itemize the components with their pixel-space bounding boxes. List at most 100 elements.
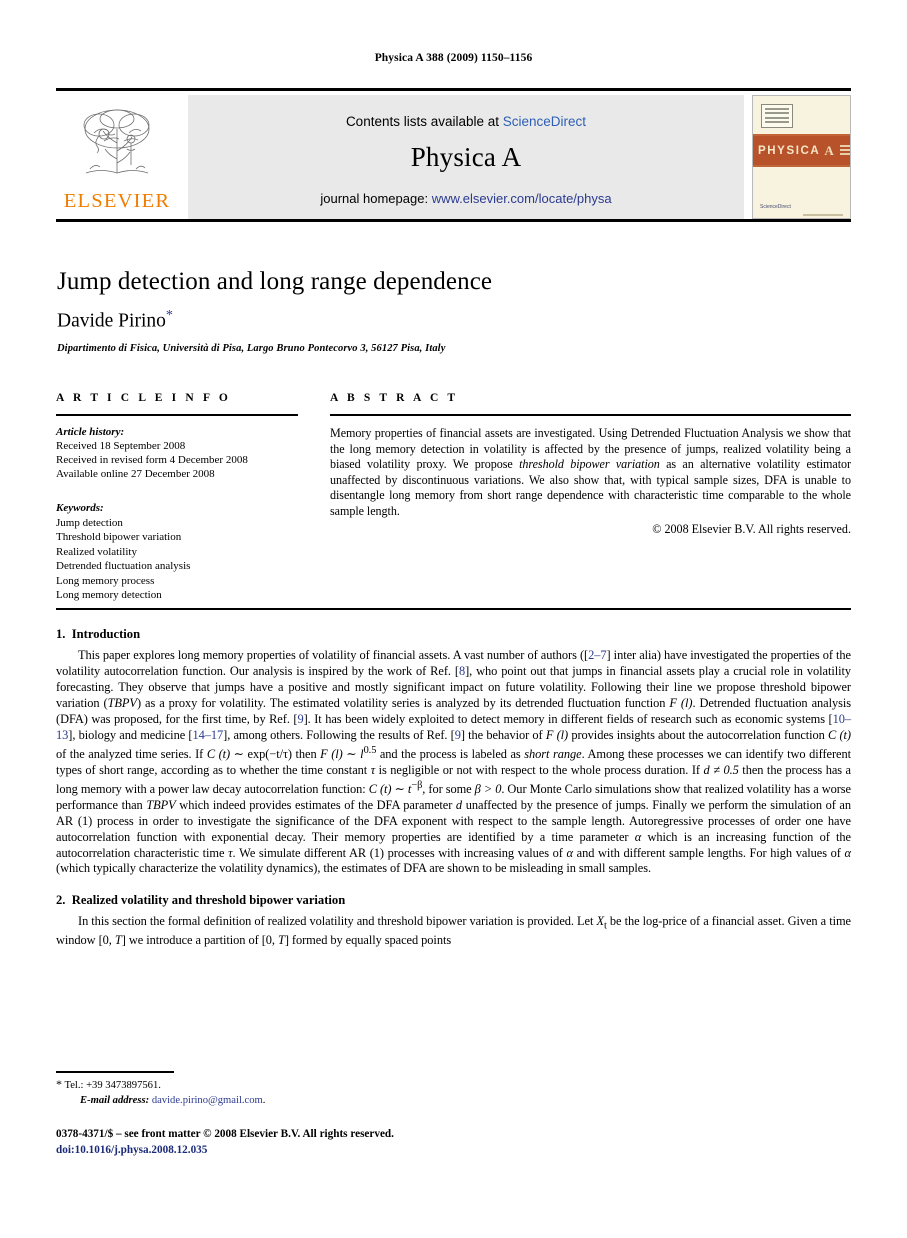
text-run: ] we introduce a partition of [0, <box>121 933 278 948</box>
copyright-line: © 2008 Elsevier B.V. All rights reserved… <box>652 521 851 536</box>
elsevier-logo: ELSEVIER <box>56 95 178 219</box>
section-heading-introduction: 1. Introduction <box>56 627 851 642</box>
author-footnote-marker[interactable]: * <box>166 308 173 323</box>
keyword-item: Threshold bipower variation <box>56 531 182 544</box>
text-run: ) as a proxy for volatility. The estimat… <box>136 695 670 710</box>
keyword-item: Jump detection <box>56 516 123 529</box>
section-number: 1. <box>56 627 66 641</box>
footnote-tel: Tel.: +39 3473897561. <box>64 1080 161 1091</box>
text-run: ∼ exp(−t/τ) then <box>230 746 321 761</box>
history-item: Received 18 September 2008 <box>56 440 186 453</box>
text-run: ]. It has been widely exploited to detec… <box>303 711 833 726</box>
elsevier-tree-icon <box>83 109 150 174</box>
article-history-label: Article history: <box>56 426 125 438</box>
keyword-item: Long memory process <box>56 574 155 587</box>
article-info-column: A R T I C L E I N F O Article history: R… <box>56 392 298 603</box>
keywords-label: Keywords: <box>56 502 104 515</box>
footnote-marker: * <box>56 1077 62 1091</box>
text-run: ] formed by equally spaced points <box>284 933 452 948</box>
keyword-item: Realized volatility <box>56 545 137 558</box>
section-title: Realized volatility and threshold bipowe… <box>71 893 346 908</box>
article-history-block: Article history: Received 18 September 2… <box>56 425 298 481</box>
abstract-heading: A B S T R A C T <box>330 392 459 404</box>
reference-link[interactable]: 14–17 <box>192 728 223 742</box>
journal-homepage-line: journal homepage: www.elsevier.com/locat… <box>320 191 611 206</box>
section-heading-realized-volatility: 2. Realized volatility and threshold bip… <box>56 893 851 908</box>
masthead-bottom-rule <box>56 219 851 222</box>
math-inline: X <box>596 914 604 929</box>
text-run: In this section the formal definition of… <box>78 914 597 929</box>
emphasis-tbpv: TBPV <box>107 695 137 710</box>
article-info-rule <box>56 414 298 416</box>
math-inline: F (l) <box>545 727 569 742</box>
cover-sciencedirect-label: ScienceDirect <box>760 204 791 210</box>
math-inline: β > 0 <box>474 781 502 796</box>
journal-title: Physica A <box>410 142 522 172</box>
footnote-tel-line: * Tel.: +39 3473897561. <box>56 1076 556 1093</box>
email-link[interactable]: davide.pirino@gmail.com <box>152 1095 263 1106</box>
text-run: , for some <box>422 781 475 796</box>
affiliation: Dipartimento di Fisica, Università di Pi… <box>57 343 446 354</box>
contents-available-line: Contents lists available at ScienceDirec… <box>346 114 586 129</box>
column-gutter <box>298 392 330 603</box>
math-inline: α <box>844 845 852 860</box>
text-run: is negligible or not with respect to the… <box>375 762 704 777</box>
text-run: and with different sample lengths. For h… <box>573 845 845 860</box>
math-inline: F (l) <box>669 695 693 710</box>
doi-link[interactable]: doi:10.1016/j.physa.2008.12.035 <box>56 1143 656 1159</box>
text-run: ] the behavior of <box>460 727 546 742</box>
text-run: ∼ <box>342 746 361 761</box>
paragraph-introduction: This paper explores long memory properti… <box>56 648 851 877</box>
math-superscript: 0.5 <box>363 744 377 756</box>
math-inline: C (t) <box>368 781 392 796</box>
keyword-item: Long memory detection <box>56 589 162 602</box>
history-item: Available online 27 December 2008 <box>56 468 215 481</box>
math-inline: C (t) <box>206 746 231 761</box>
info-abstract-columns: A R T I C L E I N F O Article history: R… <box>56 392 851 603</box>
abstract-text: Memory properties of financial assets ar… <box>330 426 851 520</box>
masthead-top-rule <box>56 88 851 91</box>
text-run: which indeed provides estimates of the D… <box>175 797 456 812</box>
keywords-block: Keywords: Jump detection Threshold bipow… <box>56 501 298 603</box>
text-run: ], among others. Following the results o… <box>223 727 455 742</box>
email-label: E-mail address: <box>80 1095 150 1107</box>
abstract-emphasis: threshold bipower variation <box>519 457 660 472</box>
journal-masthead: ELSEVIER Contents lists available at Sci… <box>56 88 851 222</box>
emphasis-short-range: short range <box>524 746 582 761</box>
article-body: 1. Introduction This paper explores long… <box>56 627 851 949</box>
journal-banner: Contents lists available at ScienceDirec… <box>188 95 744 219</box>
paragraph-realized-volatility: In this section the formal definition of… <box>56 914 851 949</box>
author-label: Davide Pirino <box>57 310 166 332</box>
section-title: Introduction <box>71 627 141 641</box>
text-run: provides insights about the autocorrelat… <box>568 727 829 742</box>
cover-title-letter: A <box>824 142 834 158</box>
text-run: (which typically characterize the volati… <box>56 861 652 876</box>
running-head: Physica A 388 (2009) 1150–1156 <box>374 52 533 64</box>
cover-deco-line <box>803 214 843 216</box>
emphasis-tbpv: TBPV <box>146 797 176 812</box>
footnote-email-line: E-mail address: davide.pirino@gmail.com. <box>80 1093 556 1108</box>
sciencedirect-link[interactable]: ScienceDirect <box>503 114 586 129</box>
homepage-prefix: journal homepage: <box>320 191 432 206</box>
cover-band-bottom-rule <box>753 165 850 167</box>
cover-logo-box <box>761 104 793 128</box>
reference-link[interactable]: 2–7 <box>588 648 606 662</box>
text-run: ∼ <box>391 781 408 796</box>
text-run: This paper explores long memory properti… <box>78 648 589 662</box>
text-run: . We simulate different AR (1) processes… <box>232 845 567 860</box>
footnote-block: * Tel.: +39 3473897561. E-mail address: … <box>56 1076 556 1109</box>
math-inline: C (t) <box>828 727 851 742</box>
math-inline: T <box>114 933 122 948</box>
imprint-block: 0378-4371/$ – see front matter © 2008 El… <box>56 1127 656 1159</box>
abstract-column: A B S T R A C T Memory properties of fin… <box>330 392 851 603</box>
text-run: of the analyzed time series. If <box>56 746 207 761</box>
journal-homepage-link[interactable]: www.elsevier.com/locate/physa <box>432 191 612 206</box>
keyword-item: Detrended fluctuation analysis <box>56 560 191 573</box>
cover-title: PHYSICA <box>758 144 821 157</box>
email-period: . <box>262 1095 266 1107</box>
text-run: and the process is labeled as <box>376 746 525 761</box>
section-number: 2. <box>56 893 66 908</box>
text-run: ], biology and medicine [ <box>68 727 193 742</box>
abstract-rule <box>330 414 851 416</box>
math-superscript: −β <box>411 779 423 791</box>
